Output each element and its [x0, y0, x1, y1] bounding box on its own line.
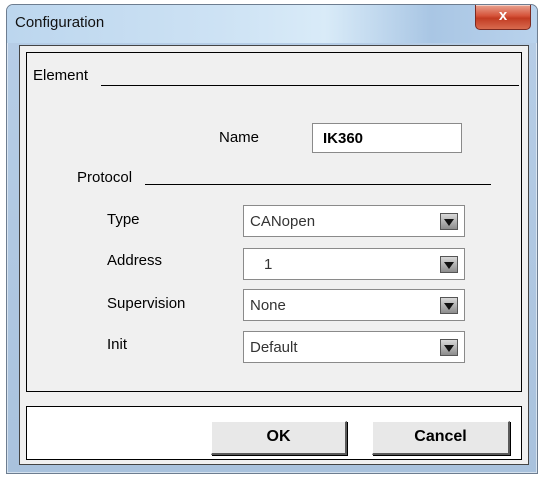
dialog-body: Element Name IK360 Protocol Type CANopen…	[19, 45, 529, 465]
init-label: Init	[107, 336, 128, 353]
supervision-label: Supervision	[107, 295, 186, 312]
element-group-title: Element	[33, 67, 89, 84]
type-value: CANopen	[250, 213, 316, 230]
chevron-down-icon[interactable]	[440, 339, 458, 356]
type-select[interactable]: CANopen	[243, 205, 465, 237]
protocol-group-title: Protocol	[77, 169, 133, 186]
chevron-down-icon[interactable]	[440, 297, 458, 314]
configuration-dialog: Configuration x Element Name IK360 Proto…	[6, 4, 538, 474]
protocol-group-divider	[145, 184, 491, 185]
cancel-button[interactable]: Cancel	[372, 421, 510, 455]
init-select[interactable]: Default	[243, 331, 465, 363]
window-title: Configuration	[15, 14, 105, 31]
address-select[interactable]: 1	[243, 248, 465, 280]
name-field[interactable]: IK360	[312, 123, 462, 153]
button-bar: OK Cancel	[26, 406, 522, 460]
element-group-divider	[101, 85, 519, 86]
type-label: Type	[107, 211, 140, 228]
chevron-down-icon[interactable]	[440, 256, 458, 273]
init-value: Default	[250, 339, 298, 356]
supervision-value: None	[250, 297, 286, 314]
chevron-down-icon[interactable]	[440, 213, 458, 230]
name-label: Name	[219, 129, 260, 146]
address-label: Address	[107, 252, 163, 269]
close-icon: x	[498, 7, 508, 24]
supervision-select[interactable]: None	[243, 289, 465, 321]
ok-button[interactable]: OK	[211, 421, 347, 455]
element-group: Element Name IK360 Protocol Type CANopen…	[26, 52, 522, 392]
address-value: 1	[264, 256, 273, 273]
close-button[interactable]: x	[475, 5, 531, 30]
title-bar[interactable]: Configuration x	[7, 5, 537, 43]
